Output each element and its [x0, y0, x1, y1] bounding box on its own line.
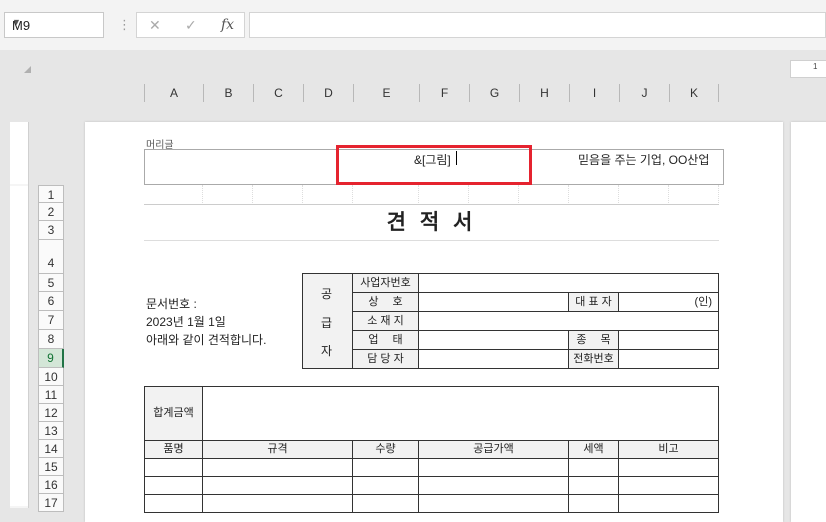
- vertical-ruler: [10, 122, 29, 508]
- item-cell[interactable]: [144, 494, 203, 513]
- document-title[interactable]: 견 적 서: [144, 204, 719, 241]
- row-header[interactable]: 7: [38, 311, 64, 330]
- column-header-h[interactable]: H: [519, 84, 569, 102]
- item-category-value[interactable]: [618, 330, 719, 350]
- item-cell[interactable]: [352, 476, 419, 495]
- row-header[interactable]: 11: [38, 386, 64, 404]
- formula-buttons: ✕ ✓ fx: [136, 12, 245, 38]
- seal-cell[interactable]: (인): [618, 292, 719, 312]
- supplier-char: 공: [321, 287, 333, 301]
- phone-value[interactable]: [618, 349, 719, 369]
- select-all-corner[interactable]: [24, 66, 31, 73]
- row-header[interactable]: 13: [38, 422, 64, 440]
- formula-input[interactable]: [249, 12, 826, 38]
- row-header[interactable]: 8: [38, 330, 64, 349]
- row-header[interactable]: 3: [38, 221, 64, 240]
- highlight-box: [336, 145, 532, 185]
- item-cell[interactable]: [202, 458, 353, 477]
- item-header-tax[interactable]: 세액: [568, 440, 619, 459]
- column-header-c[interactable]: C: [253, 84, 303, 102]
- row-header-selected[interactable]: 9: [38, 349, 64, 368]
- column-header-g[interactable]: G: [469, 84, 519, 102]
- intro-text[interactable]: 아래와 같이 견적합니다.: [146, 331, 266, 348]
- contact-person-value[interactable]: [418, 349, 569, 369]
- supplier-char: 급: [321, 316, 333, 330]
- company-name-value[interactable]: [418, 292, 569, 312]
- representative-label[interactable]: 대 표 자: [568, 292, 619, 312]
- name-box[interactable]: M9 ▼: [4, 12, 104, 38]
- chevron-down-icon[interactable]: ▼: [12, 17, 97, 27]
- item-cell[interactable]: [568, 494, 619, 513]
- item-header-note[interactable]: 비고: [618, 440, 719, 459]
- item-cell[interactable]: [352, 458, 419, 477]
- column-header-j[interactable]: J: [619, 84, 669, 102]
- total-amount-label[interactable]: 합계금액: [144, 386, 203, 441]
- item-header-name[interactable]: 품명: [144, 440, 203, 459]
- item-cell[interactable]: [418, 458, 569, 477]
- total-amount-value[interactable]: [202, 386, 719, 441]
- header-right-text[interactable]: 믿음을 주는 기업, OO산업: [578, 151, 709, 168]
- column-header-a[interactable]: A: [144, 84, 203, 102]
- item-cell[interactable]: [618, 494, 719, 513]
- business-number-label[interactable]: 사업자번호: [352, 273, 419, 293]
- column-header-b[interactable]: B: [203, 84, 253, 102]
- column-header-d[interactable]: D: [303, 84, 353, 102]
- company-name-label[interactable]: 상 호: [352, 292, 419, 312]
- row-header[interactable]: 10: [38, 368, 64, 386]
- address-value[interactable]: [418, 311, 719, 331]
- item-category-label[interactable]: 종 목: [568, 330, 619, 350]
- column-header-f[interactable]: F: [419, 84, 469, 102]
- row-header[interactable]: 15: [38, 458, 64, 476]
- supplier-char: 자: [321, 344, 333, 358]
- item-cell[interactable]: [418, 494, 569, 513]
- item-cell[interactable]: [418, 476, 569, 495]
- row-header[interactable]: 4: [38, 240, 64, 274]
- business-type-label[interactable]: 업 태: [352, 330, 419, 350]
- row-header[interactable]: 17: [38, 494, 64, 512]
- item-cell[interactable]: [352, 494, 419, 513]
- item-header-spec[interactable]: 규격: [202, 440, 353, 459]
- ruler-label: 1: [813, 62, 818, 71]
- row-header[interactable]: 16: [38, 476, 64, 494]
- gridlines: [144, 185, 719, 203]
- column-header-e[interactable]: E: [353, 84, 419, 102]
- address-label[interactable]: 소 재 지: [352, 311, 419, 331]
- item-cell[interactable]: [202, 476, 353, 495]
- business-number-value[interactable]: [418, 273, 719, 293]
- row-header[interactable]: 1: [38, 185, 64, 203]
- cancel-icon[interactable]: ✕: [149, 17, 161, 34]
- row-header[interactable]: 5: [38, 274, 64, 292]
- item-cell[interactable]: [618, 458, 719, 477]
- item-header-supply-price[interactable]: 공급가액: [418, 440, 569, 459]
- item-header-quantity[interactable]: 수량: [352, 440, 419, 459]
- row-header[interactable]: 6: [38, 292, 64, 311]
- business-type-value[interactable]: [418, 330, 569, 350]
- doc-date[interactable]: 2023년 1월 1일: [146, 313, 226, 330]
- item-cell[interactable]: [618, 476, 719, 495]
- confirm-icon[interactable]: ✓: [185, 17, 197, 34]
- row-header[interactable]: 12: [38, 404, 64, 422]
- column-header-k[interactable]: K: [669, 84, 719, 102]
- contact-person-label[interactable]: 담 당 자: [352, 349, 419, 369]
- item-cell[interactable]: [144, 458, 203, 477]
- horizontal-ruler: 1: [790, 60, 826, 78]
- item-cell[interactable]: [144, 476, 203, 495]
- column-header-i[interactable]: I: [569, 84, 619, 102]
- item-cell[interactable]: [568, 458, 619, 477]
- insert-function-icon[interactable]: fx: [221, 17, 234, 33]
- item-cell[interactable]: [202, 494, 353, 513]
- row-header[interactable]: 2: [38, 203, 64, 221]
- doc-number[interactable]: 문서번호 :: [146, 295, 197, 312]
- next-page: [791, 122, 826, 522]
- phone-label[interactable]: 전화번호: [568, 349, 619, 369]
- more-options-icon[interactable]: ⋮: [118, 17, 131, 33]
- item-cell[interactable]: [568, 476, 619, 495]
- row-header[interactable]: 14: [38, 440, 64, 458]
